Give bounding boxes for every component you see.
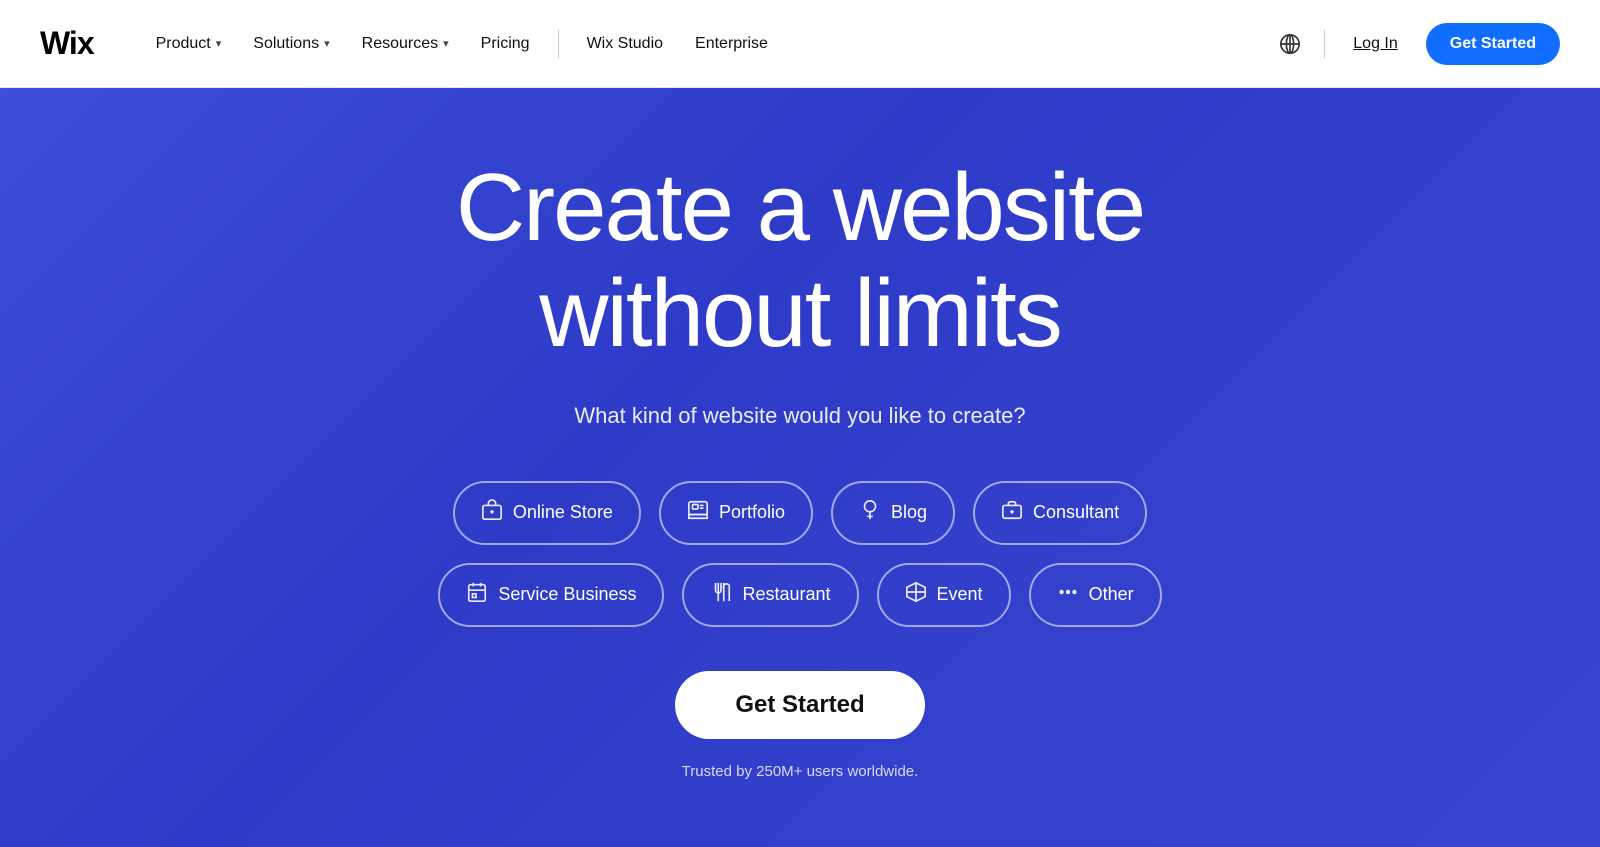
nav-wix-studio[interactable]: Wix Studio (573, 27, 677, 61)
type-blog[interactable]: Blog (831, 481, 955, 545)
type-consultant-label: Consultant (1033, 502, 1119, 523)
portfolio-icon (687, 499, 709, 527)
hero-get-started-button[interactable]: Get Started (675, 671, 924, 739)
blog-icon (859, 499, 881, 527)
type-event[interactable]: Event (877, 563, 1011, 627)
nav-solutions-label: Solutions (253, 35, 319, 53)
navbar: Wix Product ▾ Solutions ▾ Resources ▾ Pr… (0, 0, 1600, 88)
login-button[interactable]: Log In (1341, 27, 1409, 61)
online-store-icon (481, 499, 503, 527)
type-consultant[interactable]: Consultant (973, 481, 1147, 545)
type-service-business-label: Service Business (498, 584, 636, 605)
type-restaurant-label: Restaurant (742, 584, 830, 605)
nav-links: Product ▾ Solutions ▾ Resources ▾ Pricin… (142, 27, 1273, 61)
website-types-row-1: Online Store Portfolio (438, 481, 1161, 545)
nav-enterprise[interactable]: Enterprise (681, 27, 782, 61)
type-online-store[interactable]: Online Store (453, 481, 641, 545)
event-icon (905, 581, 927, 609)
nav-resources-label: Resources (362, 35, 438, 53)
nav-product-label: Product (156, 35, 211, 53)
type-blog-label: Blog (891, 502, 927, 523)
website-types-row-2: Service Business Restaurant (438, 563, 1161, 627)
other-icon (1057, 581, 1079, 609)
nav-enterprise-label: Enterprise (695, 35, 768, 53)
type-event-label: Event (937, 584, 983, 605)
website-types-container: Online Store Portfolio (438, 481, 1161, 627)
nav-divider (558, 30, 559, 58)
type-restaurant[interactable]: Restaurant (682, 563, 858, 627)
nav-wix-studio-label: Wix Studio (587, 35, 663, 53)
type-other-label: Other (1089, 584, 1134, 605)
consultant-icon (1001, 499, 1023, 527)
language-selector-button[interactable] (1272, 26, 1308, 62)
type-online-store-label: Online Store (513, 502, 613, 523)
type-service-business[interactable]: Service Business (438, 563, 664, 627)
chevron-down-icon: ▾ (324, 37, 330, 50)
nav-right: Log In Get Started (1272, 23, 1560, 65)
type-portfolio[interactable]: Portfolio (659, 481, 813, 545)
chevron-down-icon: ▾ (443, 37, 449, 50)
nav-get-started-button[interactable]: Get Started (1426, 23, 1560, 65)
type-portfolio-label: Portfolio (719, 502, 785, 523)
nav-resources[interactable]: Resources ▾ (348, 27, 463, 61)
nav-product[interactable]: Product ▾ (142, 27, 236, 61)
hero-title: Create a website without limits (350, 155, 1250, 366)
hero-section: Create a website without limits What kin… (0, 88, 1600, 847)
nav-pricing-label: Pricing (481, 35, 530, 53)
service-business-icon (466, 581, 488, 609)
wix-logo[interactable]: Wix (40, 25, 94, 62)
nav-pricing[interactable]: Pricing (467, 27, 544, 61)
hero-subtitle: What kind of website would you like to c… (574, 403, 1025, 429)
type-other[interactable]: Other (1029, 563, 1162, 627)
restaurant-icon (710, 581, 732, 609)
nav-right-divider (1324, 30, 1325, 58)
chevron-down-icon: ▾ (216, 37, 222, 50)
nav-solutions[interactable]: Solutions ▾ (239, 27, 343, 61)
trusted-text: Trusted by 250M+ users worldwide. (682, 763, 919, 780)
